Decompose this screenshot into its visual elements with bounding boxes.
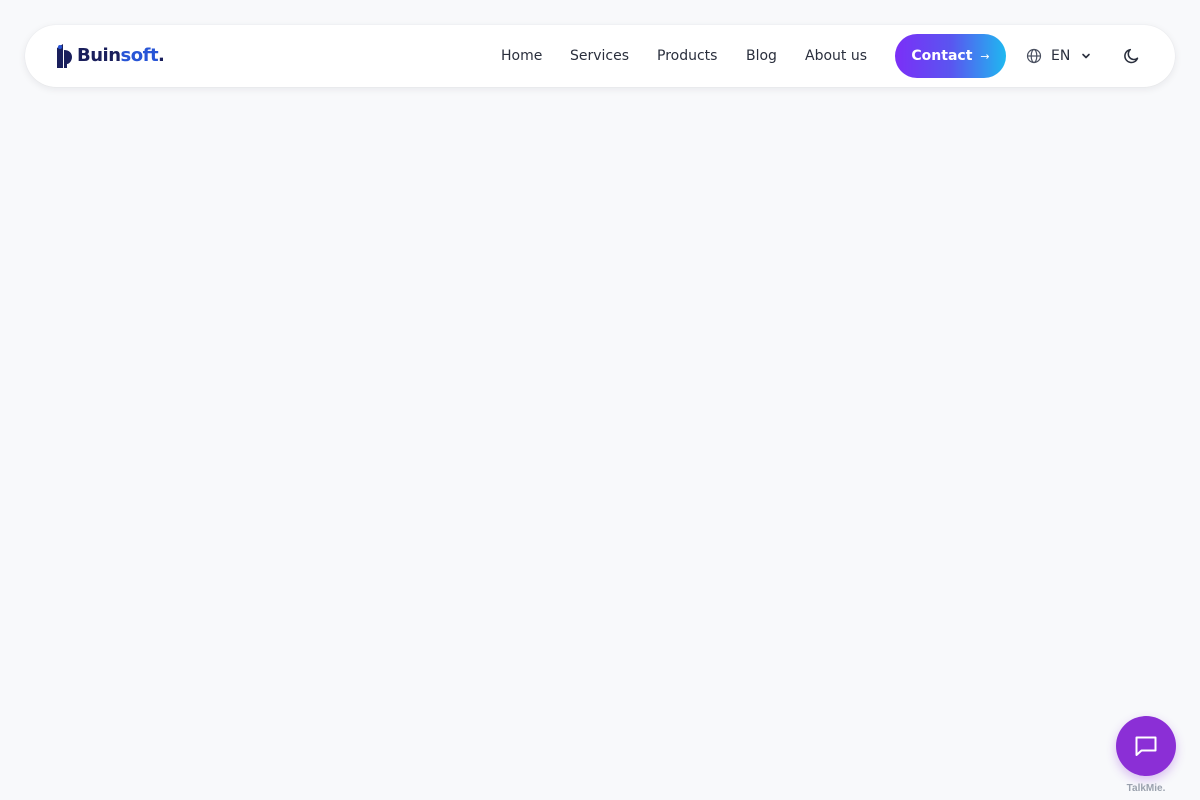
chat-widget-brand: TalkMie. bbox=[1126, 783, 1166, 794]
contact-button[interactable]: Contact → bbox=[895, 34, 1006, 78]
top-navbar: Buinsoft. Home Services Products Blog Ab… bbox=[25, 25, 1175, 87]
theme-toggle-button[interactable] bbox=[1122, 46, 1142, 66]
nav-link-services[interactable]: Services bbox=[570, 46, 629, 66]
contact-button-label: Contact bbox=[911, 48, 973, 64]
nav-link-about-us[interactable]: About us bbox=[805, 46, 867, 66]
chevron-down-icon bbox=[1082, 53, 1091, 59]
brand-wordmark: Buinsoft. bbox=[77, 45, 165, 66]
moon-icon bbox=[1124, 48, 1139, 64]
chat-widget-button[interactable] bbox=[1116, 716, 1176, 776]
language-label: EN bbox=[1051, 48, 1071, 64]
nav-link-products[interactable]: Products bbox=[657, 46, 717, 66]
chat-bubble-icon bbox=[1135, 736, 1157, 756]
brand-logo[interactable]: Buinsoft. bbox=[55, 44, 165, 68]
logo-mark-icon bbox=[57, 44, 72, 68]
arrow-right-icon: → bbox=[980, 49, 990, 63]
nav-link-home[interactable]: Home bbox=[501, 46, 542, 66]
language-selector[interactable]: EN bbox=[1026, 46, 1092, 66]
nav-link-blog[interactable]: Blog bbox=[746, 46, 777, 66]
globe-icon bbox=[1026, 48, 1042, 64]
